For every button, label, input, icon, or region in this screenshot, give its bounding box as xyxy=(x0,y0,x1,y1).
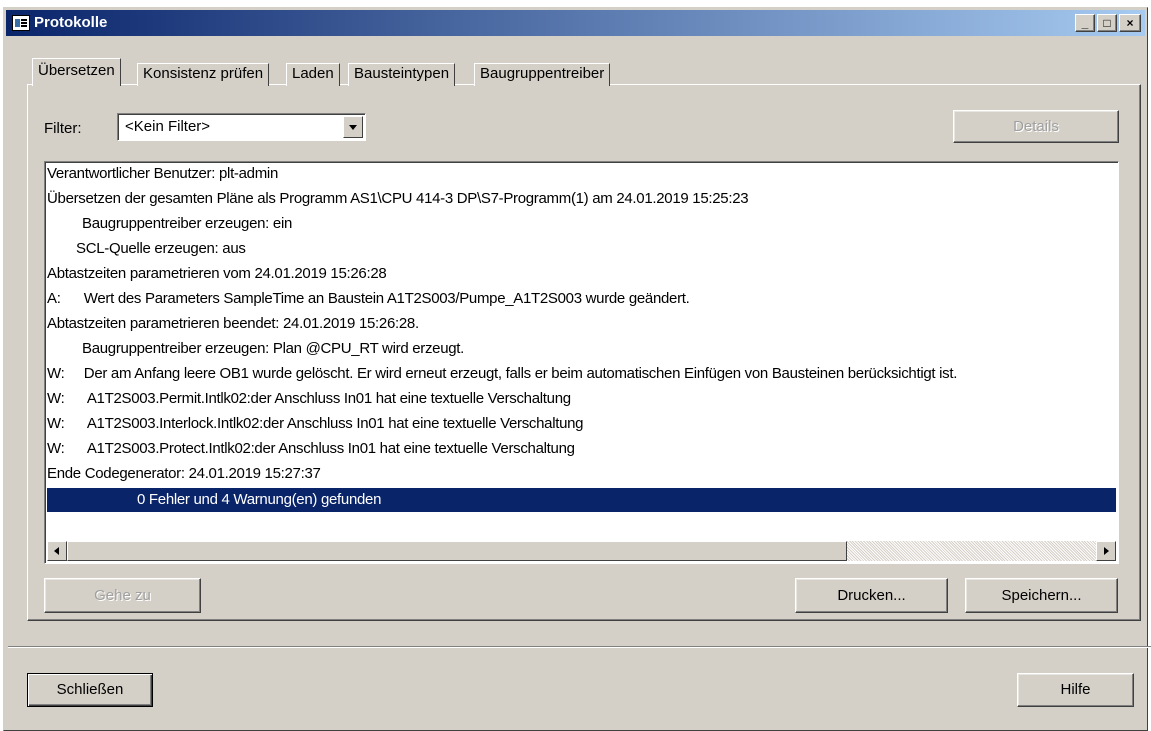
tab-bausteintypen[interactable]: Bausteintypen xyxy=(348,63,456,86)
close-button[interactable]: Schließen xyxy=(27,673,153,707)
horizontal-scrollbar[interactable] xyxy=(47,541,1116,561)
tab-laden[interactable]: Laden xyxy=(286,63,340,86)
log-line[interactable]: Baugruppentreiber erzeugen: Plan @CPU_RT… xyxy=(47,337,1116,361)
chevron-down-icon[interactable] xyxy=(343,116,363,138)
print-button[interactable]: Drucken... xyxy=(795,578,948,613)
tab-konsistenz-pruefen[interactable]: Konsistenz prüfen xyxy=(137,63,270,86)
log-line[interactable]: A: Wert des Parameters SampleTime an Bau… xyxy=(47,287,1116,311)
window-title: Protokolle xyxy=(34,14,108,31)
tab-uebersetzen[interactable]: Übersetzen xyxy=(32,58,121,86)
log-line[interactable]: W: A1T2S003.Protect.Intlk02:der Anschlus… xyxy=(47,437,1116,461)
log-line[interactable]: Verantwortlicher Benutzer: plt-admin xyxy=(47,162,1116,186)
details-button[interactable]: Details xyxy=(953,110,1119,143)
scroll-thumb[interactable] xyxy=(67,541,847,561)
help-button[interactable]: Hilfe xyxy=(1017,673,1134,707)
log-line[interactable]: Ende Codegenerator: 24.01.2019 15:27:37 xyxy=(47,462,1116,486)
log-line[interactable]: Abtastzeiten parametrieren vom 24.01.201… xyxy=(47,262,1116,286)
save-button[interactable]: Speichern... xyxy=(965,578,1118,613)
tab-baugruppentreiber[interactable]: Baugruppentreiber xyxy=(474,63,611,86)
maximize-button[interactable]: □ xyxy=(1097,14,1117,32)
scroll-right-icon[interactable] xyxy=(1096,541,1116,561)
log-line[interactable]: Abtastzeiten parametrieren beendet: 24.0… xyxy=(47,312,1116,336)
log-line[interactable]: Baugruppentreiber erzeugen: ein xyxy=(47,212,1116,236)
filter-dropdown[interactable]: <Kein Filter> xyxy=(117,113,366,141)
minimize-button[interactable]: _ xyxy=(1075,14,1095,32)
log-line[interactable]: Übersetzen der gesamten Pläne als Progra… xyxy=(47,187,1116,211)
title-bar[interactable]: Protokolle _ □ × xyxy=(6,10,1145,36)
scroll-left-icon[interactable] xyxy=(47,541,67,561)
separator xyxy=(8,646,1151,648)
window-icon xyxy=(12,15,30,31)
goto-button[interactable]: Gehe zu xyxy=(44,578,201,613)
close-window-button[interactable]: × xyxy=(1119,14,1141,32)
log-line-selected[interactable]: 0 Fehler und 4 Warnung(en) gefunden xyxy=(47,488,1116,512)
log-line[interactable]: SCL-Quelle erzeugen: aus xyxy=(47,237,1116,261)
log-line[interactable]: W: A1T2S003.Permit.Intlk02:der Anschluss… xyxy=(47,387,1116,411)
log-list[interactable]: Verantwortlicher Benutzer: plt-admin Übe… xyxy=(44,161,1119,564)
log-line[interactable]: W: A1T2S003.Interlock.Intlk02:der Anschl… xyxy=(47,412,1116,436)
log-line[interactable]: W: Der am Anfang leere OB1 wurde gelösch… xyxy=(47,362,1116,386)
filter-value: <Kein Filter> xyxy=(125,118,211,135)
filter-label: Filter: xyxy=(44,120,82,137)
